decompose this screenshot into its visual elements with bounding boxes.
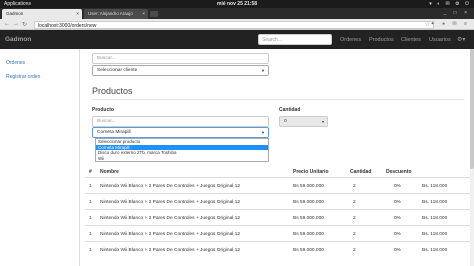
scrollbar-thumb[interactable] — [470, 49, 474, 169]
cell-discount: 0% — [394, 184, 401, 189]
settings-gear-icon[interactable]: ⚙▾ — [457, 36, 465, 43]
cell-quantity: 2 — [353, 248, 356, 253]
nav-link-ordenes[interactable]: Ordenes — [340, 37, 361, 43]
applications-menu[interactable]: Applications — [4, 1, 31, 7]
brand-logo[interactable]: Gadmon — [5, 36, 31, 43]
dropdown-option[interactable]: Wii — [96, 156, 268, 162]
cell-price: Bs 59.000.000 — [293, 184, 324, 189]
client-select-value: Seleccionar cliente — [97, 68, 138, 73]
main-content: Buscar... Seleccionar cliente ▼ Producto… — [81, 49, 474, 266]
table-row[interactable]: 1 Nintendo Wii Blanco + 2 Pares De Contr… — [85, 193, 474, 209]
client-select[interactable]: Seleccionar cliente ▼ — [92, 65, 269, 76]
cell-quantity: 2 — [353, 216, 356, 221]
cell-total: Bs. 118.000 — [422, 232, 448, 237]
navbar-search-input[interactable]: Search... — [258, 34, 332, 45]
os-top-bar: Applications mié nov 25 21:58 ▾ ◐ ✉ ⚙ ⏻ — [0, 0, 474, 8]
product-label: Producto — [92, 107, 114, 113]
nav-link-usuarios[interactable]: Usuarios — [429, 37, 451, 43]
browser-tab-bar: Gadmon × User: Alejandro Araujo × _ □ × — [0, 8, 474, 19]
table-row[interactable]: 1 Nintendo Wii Blanco + 2 Pares De Contr… — [85, 177, 474, 193]
cell-quantity: 2 — [353, 184, 356, 189]
cell-name: Nintendo Wii Blanco + 2 Pares De Control… — [100, 216, 240, 221]
product-dropdown-list: Seleccionar producto Corneta Mirapill Di… — [95, 138, 269, 162]
cell-discount: 0% — [394, 200, 401, 205]
tab-user[interactable]: User: Alejandro Araujo × — [84, 9, 148, 19]
cell-quantity: 2 — [353, 232, 356, 237]
new-tab-button[interactable] — [150, 11, 158, 17]
table-header: Cantidad — [350, 169, 372, 175]
cell-quantity: 2 — [353, 200, 356, 205]
table-row[interactable]: 1 Nintendo Wii Blanco + 2 Pares De Contr… — [85, 241, 474, 257]
quantity-select[interactable]: 0 ▾ — [279, 116, 328, 127]
cell-price: Bs 59.000.000 — [293, 232, 324, 237]
sidebar-item-registrar-orden[interactable]: Registrar orden — [6, 74, 40, 80]
product-search-input[interactable]: Buscar... — [92, 116, 269, 127]
system-tray-icons[interactable]: ▾ ◐ ✉ ⚙ ⏻ — [429, 1, 471, 7]
url-field[interactable]: localhost:3000/orders/new — [34, 21, 434, 29]
cell-name: Nintendo Wii Blanco + 2 Pares De Control… — [100, 232, 240, 237]
back-icon[interactable]: ← — [4, 21, 10, 27]
product-select[interactable]: Corneta Mirapill ▼ — [92, 127, 269, 138]
os-clock: mié nov 25 21:58 — [217, 1, 258, 7]
cell-total: Bs. 118.000 — [422, 200, 448, 205]
app-navbar: Gadmon Search... Ordenes Productos Clien… — [0, 30, 474, 49]
cell-discount: 0% — [394, 232, 401, 237]
cell-name: Nintendo Wii Blanco + 2 Pares De Control… — [100, 200, 240, 205]
close-tab-icon[interactable]: × — [76, 11, 79, 16]
divider — [92, 99, 464, 100]
table-header: Precio Unitario — [293, 169, 329, 175]
cell-number: 1 — [89, 216, 92, 221]
forward-icon[interactable]: → — [13, 21, 19, 27]
chevron-down-icon: ▼ — [261, 130, 265, 135]
reload-icon[interactable]: ↻ — [22, 21, 27, 28]
cell-total: Bs. 118.000 — [422, 184, 448, 189]
close-tab-icon[interactable]: × — [142, 11, 145, 16]
nav-link-productos[interactable]: Productos — [369, 37, 394, 43]
table-header: # — [89, 169, 92, 175]
cell-discount: 0% — [394, 248, 401, 253]
table-header: Descuento — [386, 169, 412, 175]
table-row[interactable]: 1 Nintendo Wii Blanco + 2 Pares De Contr… — [85, 225, 474, 241]
product-select-value: Corneta Mirapill — [97, 130, 131, 135]
extension-icons[interactable]: ✦ ● ✉ ≡ — [430, 21, 470, 27]
cell-name: Nintendo Wii Blanco + 2 Pares De Control… — [100, 184, 240, 189]
bookmark-star-icon[interactable]: ☆ — [425, 21, 430, 28]
sidebar: Ordenes Registrar orden — [0, 49, 80, 266]
chevron-down-icon: ▼ — [261, 68, 265, 73]
tab-title: User: Alejandro Araujo — [88, 11, 133, 16]
cell-discount: 0% — [394, 216, 401, 221]
cell-total: Bs. 118.000 — [422, 216, 448, 221]
table-row[interactable]: 1 Nintendo Wii Blanco + 2 Pares De Contr… — [85, 209, 474, 225]
client-search-input[interactable]: Buscar... — [92, 53, 269, 64]
cell-price: Bs 59.000.000 — [293, 248, 324, 253]
tab-gadmon[interactable]: Gadmon × — [2, 9, 82, 19]
cell-number: 1 — [89, 184, 92, 189]
extension-green-icon[interactable]: ● — [442, 21, 448, 27]
nav-link-clientes[interactable]: Clientes — [401, 37, 421, 43]
cell-price: Bs 59.000.000 — [293, 216, 324, 221]
url-text: localhost:3000/orders/new — [38, 23, 97, 29]
cell-number: 1 — [89, 232, 92, 237]
cell-number: 1 — [89, 200, 92, 205]
chevron-down-icon: ▾ — [321, 119, 324, 124]
tab-title: Gadmon — [6, 11, 24, 16]
window-controls[interactable]: _ □ × — [444, 10, 471, 16]
cell-total: Bs. 118.000 — [422, 248, 448, 253]
address-bar: ← → ↻ localhost:3000/orders/new ☆ ✦ ● ✉ … — [0, 19, 474, 30]
quantity-label: Cantidad — [279, 107, 301, 113]
page-scrollbar[interactable] — [470, 49, 474, 266]
cell-number: 1 — [89, 248, 92, 253]
cell-name: Nintendo Wii Blanco + 2 Pares De Control… — [100, 248, 240, 253]
products-heading: Productos — [92, 86, 133, 96]
sidebar-item-ordenes[interactable]: Ordenes — [6, 60, 25, 66]
quantity-select-value: 0 — [284, 119, 287, 124]
table-header: Nombre — [100, 169, 119, 175]
cell-price: Bs 59.000.000 — [293, 200, 324, 205]
